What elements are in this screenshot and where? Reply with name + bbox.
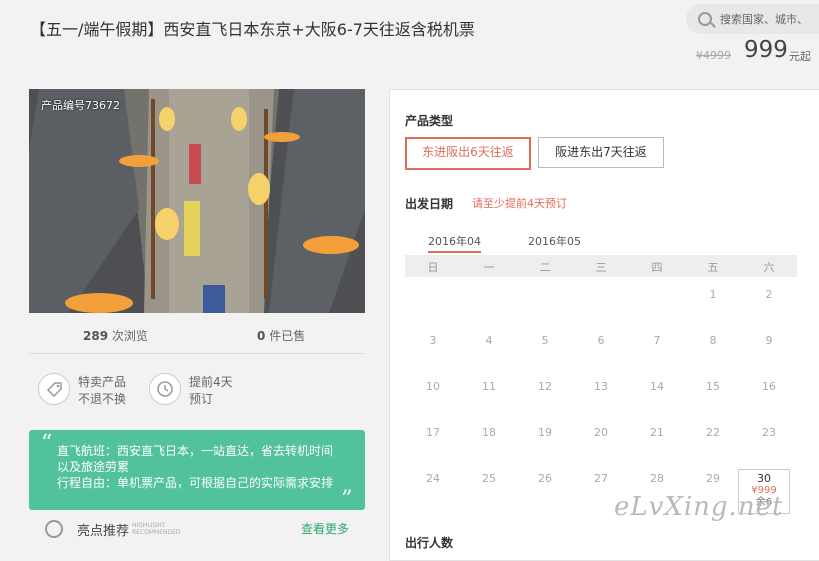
quote-open-icon: “ [41, 431, 53, 456]
product-code: 产品编号73672 [41, 99, 120, 112]
calendar-day: 8 [709, 334, 717, 347]
calendar-day: 1 [709, 288, 717, 301]
calendar-day: 11 [482, 380, 496, 393]
calendar-day: 21 [650, 426, 664, 439]
weekday: 五 [707, 261, 719, 274]
calendar-day: 28 [650, 472, 664, 485]
departure-date-label: 出发日期 [405, 197, 454, 211]
calendar-day: 24 [426, 472, 440, 485]
calendar-day: 12 [538, 380, 552, 393]
weekday-header: 日 一 二 三 四 五 六 [405, 255, 797, 277]
travelers-label: 出行人数 [405, 536, 454, 550]
calendar-day: 3 [429, 334, 437, 347]
tag-icon [38, 373, 70, 405]
weekday: 四 [651, 261, 663, 274]
option-tokyo-osaka-6d[interactable]: 东进阪出6天往返 [405, 137, 531, 170]
calendar-day: 18 [482, 426, 496, 439]
calendar-day: 2 [765, 288, 773, 301]
calendar-day: 13 [594, 380, 608, 393]
calendar-day: 6 [597, 334, 605, 347]
weekday: 一 [483, 261, 495, 274]
search-box[interactable]: 搜索国家、城市、 [686, 4, 819, 34]
weekday: 日 [427, 261, 439, 274]
feature-advance-line2: 预订 [189, 392, 214, 406]
stats-bar: 289 次浏览 0 件已售 [29, 313, 365, 354]
weekday: 六 [763, 261, 775, 274]
search-icon [698, 12, 712, 26]
street-scene-illustration [29, 89, 365, 313]
sun-icon [45, 520, 63, 538]
quote-close-icon: „ [341, 473, 353, 498]
month-tab-2016-04[interactable]: 2016年04 [428, 233, 481, 253]
calendar-day: 17 [426, 426, 440, 439]
views-count: 289 次浏览 [83, 329, 148, 343]
booking-panel: 产品类型 东进阪出6天往返 阪进东出7天往返 出发日期 请至少提前4天预订 20… [389, 89, 819, 561]
calendar-day: 15 [706, 380, 720, 393]
highlight-quote: “ 直飞航班：西安直飞日本，一站直达，省去转机时间 以及旅途劳累 行程自由：单机… [29, 430, 365, 510]
calendar-day: 25 [482, 472, 496, 485]
feature-advance-line1: 提前4天 [189, 375, 233, 389]
original-price: ¥4999 [696, 49, 731, 62]
price-unit: 元起 [789, 50, 811, 63]
weekday: 二 [539, 261, 551, 274]
see-more-link[interactable]: 查看更多 [301, 520, 349, 537]
calendar-day: 23 [762, 426, 776, 439]
calendar-day: 10 [426, 380, 440, 393]
calendar-day: 7 [653, 334, 661, 347]
product-photo[interactable]: 产品编号73672 [29, 89, 365, 313]
history-clock-icon [149, 373, 181, 405]
calendar-day: 22 [706, 426, 720, 439]
calendar-day: 27 [594, 472, 608, 485]
calendar-day: 5 [541, 334, 549, 347]
product-type-label: 产品类型 [405, 114, 454, 128]
quote-line-2: 以及旅途劳累 [57, 460, 130, 474]
search-input[interactable]: 搜索国家、城市、 [720, 11, 808, 27]
highlight-title: 亮点推荐 [77, 524, 130, 539]
feature-sale-line2: 不退不换 [78, 392, 127, 406]
calendar-day: 19 [538, 426, 552, 439]
highlight-row: 亮点推荐 HIGHLIGHT RECOMMENDED 查看更多 [29, 512, 365, 546]
calendar-day: 20 [594, 426, 608, 439]
calendar-day: 4 [485, 334, 493, 347]
watermark: eLvXing.net [614, 492, 784, 522]
month-tab-2016-05[interactable]: 2016年05 [528, 233, 581, 249]
weekday: 三 [595, 261, 607, 274]
highlight-en: HIGHLIGHT RECOMMENDED [132, 522, 181, 536]
quote-line-3: 行程自由：单机票产品，可根据自己的实际需求安排 [57, 476, 334, 490]
option-osaka-tokyo-7d[interactable]: 阪进东出7天往返 [538, 137, 664, 168]
price: 999 [744, 37, 788, 63]
calendar-day: 26 [538, 472, 552, 485]
sold-count: 0 件已售 [257, 329, 306, 343]
calendar-day: 16 [762, 380, 776, 393]
quote-line-1: 直飞航班：西安直飞日本，一站直达，省去转机时间 [57, 444, 334, 458]
calendar-day: 14 [650, 380, 664, 393]
calendar-day: 29 [706, 472, 720, 485]
calendar-day: 9 [765, 334, 773, 347]
date-hint: 请至少提前4天预订 [472, 197, 567, 210]
day-number: 30 [757, 472, 771, 485]
feature-sale-line1: 特卖产品 [78, 375, 127, 389]
page-title: 【五一/端午假期】西安直飞日本东京+大阪6-7天往返含税机票 [30, 20, 475, 39]
